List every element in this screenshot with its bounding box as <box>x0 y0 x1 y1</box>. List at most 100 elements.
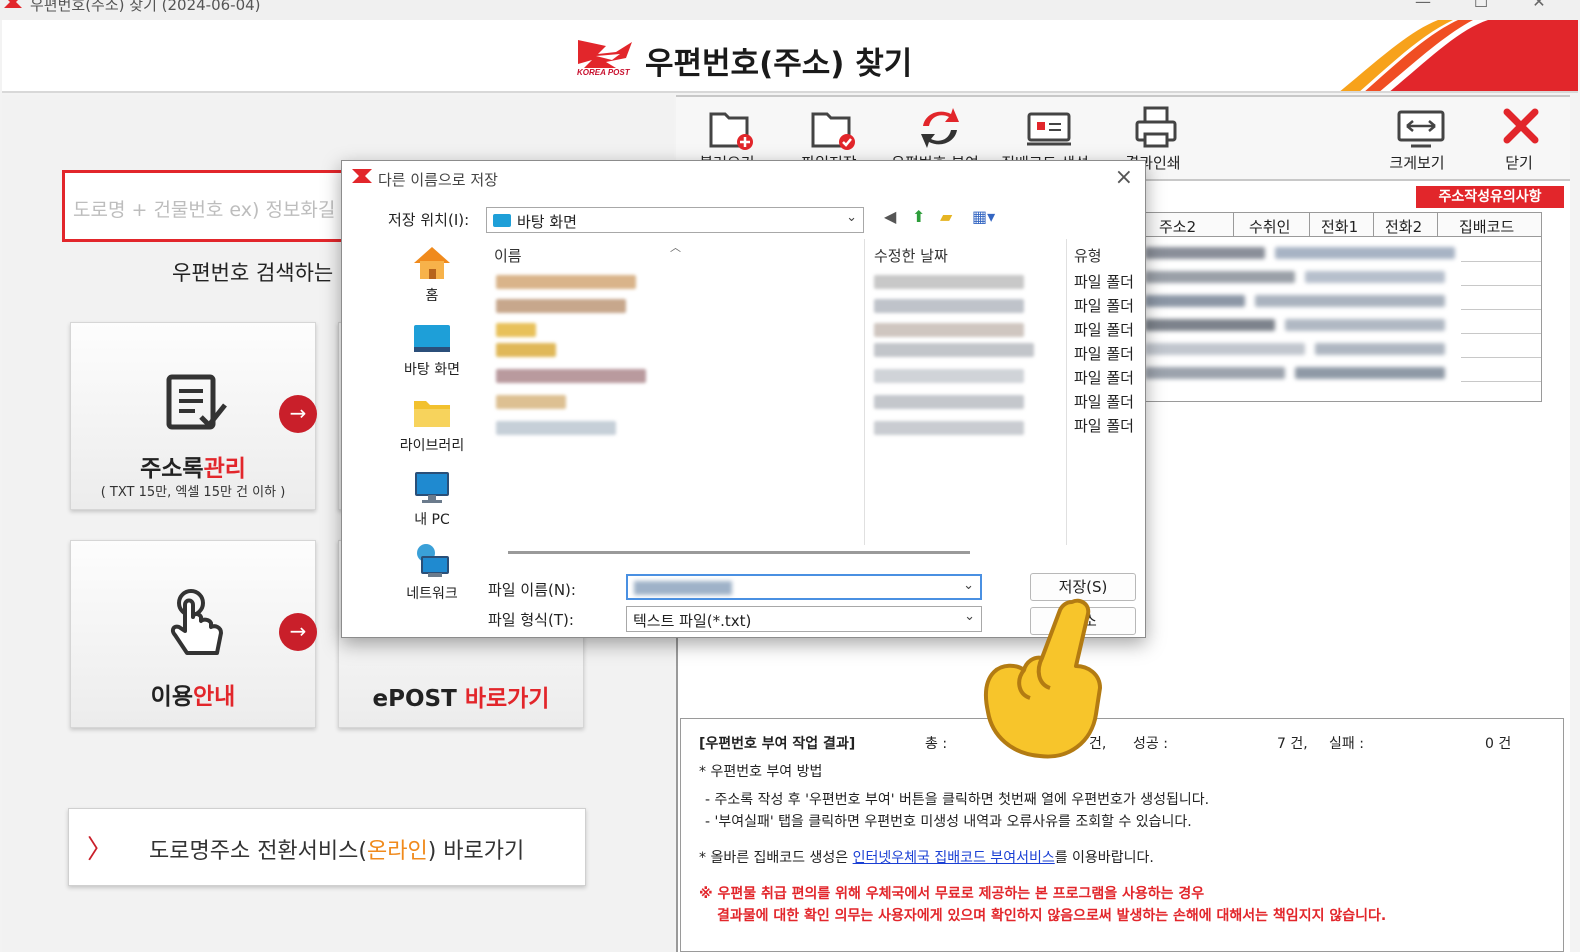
file-type-cell: 파일 폴더 <box>1074 273 1134 291</box>
search-description: 우편번호 검색하는 <box>172 261 334 285</box>
disclaimer-line-2: 결과물에 대한 확인 의무는 사용자에게 있으며 확인하지 않음으로써 발생하는… <box>717 908 1387 924</box>
filetype-label: 파일 형식(T): <box>488 611 574 629</box>
sort-up-icon: ︿ <box>670 241 681 254</box>
app-logo-icon <box>4 0 22 8</box>
file-list[interactable]: 이름 ︿ 수정한 날짜 유형 파일 폴더 파일 폴더 파일 폴더 파일 폴더 파… <box>486 239 1138 545</box>
enlarge-view-button[interactable]: 크게보기 <box>1372 100 1462 176</box>
success-label: 성공 : <box>1133 736 1168 752</box>
column-address2[interactable]: 주소2 <box>1159 216 1196 237</box>
column-phone2[interactable]: 전화2 <box>1385 216 1422 237</box>
chevron-down-icon: ⌄ <box>964 609 975 624</box>
dialog-close-button[interactable]: × <box>1115 165 1133 190</box>
method-title: * 우편번호 부여 방법 <box>699 764 823 780</box>
address-notice-button[interactable]: 주소작성유의사항 <box>1416 186 1564 208</box>
place-desktop[interactable]: 바탕 화면 <box>372 321 492 381</box>
total-label: 총 : <box>925 736 948 752</box>
delivery-code-note: * 올바른 집배코드 생성은 인터넷우체국 집배코드 부여서비스를 이용바랍니다… <box>699 850 1154 866</box>
library-folder-icon <box>414 401 450 427</box>
printer-icon <box>1135 106 1177 148</box>
file-type-cell: 파일 폴더 <box>1074 297 1134 315</box>
close-label: 닫기 <box>1505 154 1533 172</box>
header-swoosh-decoration <box>1340 20 1578 91</box>
address-book-card[interactable]: → 주소록관리 ( TXT 15만, 엑셀 15만 건 이하 ) <box>70 322 317 510</box>
address-search-input[interactable]: 도로명 + 건물번호 ex) 정보화길 <box>62 170 362 242</box>
blurred-filename <box>634 581 732 595</box>
filetype-select[interactable]: 텍스트 파일(*.txt) ⌄ <box>626 606 982 632</box>
home-icon <box>414 247 450 279</box>
close-window-button[interactable]: ✕ <box>1524 0 1554 11</box>
up-folder-icon[interactable]: ⬆ <box>912 207 925 226</box>
epost-label: ePOST 바로가기 <box>372 686 550 712</box>
road-address-service-label: 도로명주소 전환서비스(온라인) 바로가기 <box>149 839 525 864</box>
pointing-hand-icon <box>984 598 1102 759</box>
save-location-select[interactable]: 바탕 화면 ⌄ <box>486 207 864 233</box>
column-phone1[interactable]: 전화1 <box>1321 216 1358 237</box>
window-titlebar: 우편번호(주소) 찾기 (2024-06-04) — ☐ ✕ <box>0 0 1580 20</box>
column-delivery-code[interactable]: 집배코드 <box>1459 216 1514 237</box>
minimize-button[interactable]: — <box>1408 0 1438 11</box>
method-step-1: - 주소록 작성 후 '우편번호 부여' 버튼을 클릭하면 첫번째 열에 우편번… <box>705 792 1210 808</box>
arrow-right-icon: → <box>279 613 317 651</box>
network-icon <box>417 544 449 577</box>
computer-icon <box>415 472 449 503</box>
maximize-button[interactable]: ☐ <box>1466 0 1496 11</box>
place-home[interactable]: 홈 <box>372 245 492 305</box>
usage-guide-card[interactable]: → 이용안내 <box>70 540 317 728</box>
road-address-service-link[interactable]: 〉 도로명주소 전환서비스(온라인) 바로가기 <box>68 808 586 886</box>
app-logo-icon <box>352 169 372 183</box>
file-type-cell: 파일 폴더 <box>1074 321 1134 339</box>
chevron-down-icon: ⌄ <box>846 210 857 225</box>
column-modified[interactable]: 수정한 날짜 <box>874 245 948 266</box>
new-folder-icon[interactable]: ▰ <box>940 207 952 226</box>
place-network[interactable]: 네트워크 <box>372 543 492 603</box>
app-title: 우편번호(주소) 찾기 <box>645 46 913 82</box>
column-name[interactable]: 이름 <box>494 245 522 266</box>
document-check-icon <box>166 374 227 430</box>
refresh-arrows-icon <box>921 108 959 148</box>
column-recipient[interactable]: 수취인 <box>1249 216 1290 237</box>
address-book-limit: ( TXT 15만, 엑셀 15만 건 이하 ) <box>100 485 286 500</box>
brand-text: KOREA POST <box>577 68 630 77</box>
close-button[interactable]: 닫기 <box>1474 100 1564 176</box>
column-type[interactable]: 유형 <box>1074 245 1102 266</box>
filename-input[interactable]: ⌄ <box>626 574 982 600</box>
dialog-title: 다른 이름으로 저장 <box>378 171 498 189</box>
chevron-down-icon[interactable]: ⌄ <box>963 578 974 593</box>
result-panel: [우편번호 부여 작업 결과] 총 : 건, 성공 : 7 건, 실패 : 0 … <box>680 718 1564 952</box>
close-icon <box>1503 108 1539 144</box>
app-header: KOREA POST 우편번호(주소) 찾기 <box>2 20 1578 93</box>
search-placeholder: 도로명 + 건물번호 ex) 정보화길 <box>73 199 336 221</box>
address-book-label: 주소록관리 <box>140 456 246 482</box>
place-libraries[interactable]: 라이브러리 <box>372 395 492 455</box>
file-type-cell: 파일 폴더 <box>1074 369 1134 387</box>
hand-pointer-icon <box>170 589 223 655</box>
enlarge-view-label: 크게보기 <box>1389 154 1445 172</box>
places-bar: 홈 바탕 화면 라이브러리 내 PC 네트워크 <box>372 239 492 619</box>
grid-header: 주소2 수취인 전화1 전화2 집배코드 <box>1141 213 1541 237</box>
view-menu-icon[interactable]: ▦▾ <box>972 207 995 226</box>
id-card-icon <box>1027 112 1071 146</box>
folder-add-icon <box>709 112 753 150</box>
chevron-right-icon: 〉 <box>87 835 114 865</box>
file-type-cell: 파일 폴더 <box>1074 417 1134 435</box>
desktop-icon <box>414 325 450 352</box>
success-value: 7 건, <box>1277 736 1308 752</box>
result-title: [우편번호 부여 작업 결과] <box>699 736 856 752</box>
fail-label: 실패 : <box>1329 736 1364 752</box>
file-type-cell: 파일 폴더 <box>1074 345 1134 363</box>
address-grid[interactable]: 주소2 수취인 전화1 전화2 집배코드 <box>1140 212 1542 402</box>
save-as-dialog: 다른 이름으로 저장 × 저장 위치(I): 바탕 화면 ⌄ ◀ ⬆ ▰ ▦▾ … <box>341 160 1146 638</box>
disclaimer-line-1: ※ 우편물 취급 편의를 위해 우체국에서 무료로 제공하는 본 프로그램을 사… <box>699 886 1205 902</box>
window-title: 우편번호(주소) 찾기 (2024-06-04) <box>30 0 261 14</box>
horizontal-scrollbar[interactable] <box>508 551 970 554</box>
delivery-code-service-link[interactable]: 인터넷우체국 집배코드 부여서비스 <box>853 850 1055 866</box>
place-this-pc[interactable]: 내 PC <box>372 469 492 529</box>
method-step-2: - '부여실패' 탭을 클릭하면 우편번호 미생성 내역과 오류사유를 조회할 … <box>705 814 1192 830</box>
filename-label: 파일 이름(N): <box>488 581 576 599</box>
fail-value: 0 건 <box>1485 736 1512 752</box>
blurred-grid-rows <box>1145 239 1475 399</box>
arrow-right-icon: → <box>279 395 317 433</box>
back-icon[interactable]: ◀ <box>884 207 896 226</box>
usage-guide-label: 이용안내 <box>150 684 236 710</box>
desktop-icon <box>493 214 511 227</box>
